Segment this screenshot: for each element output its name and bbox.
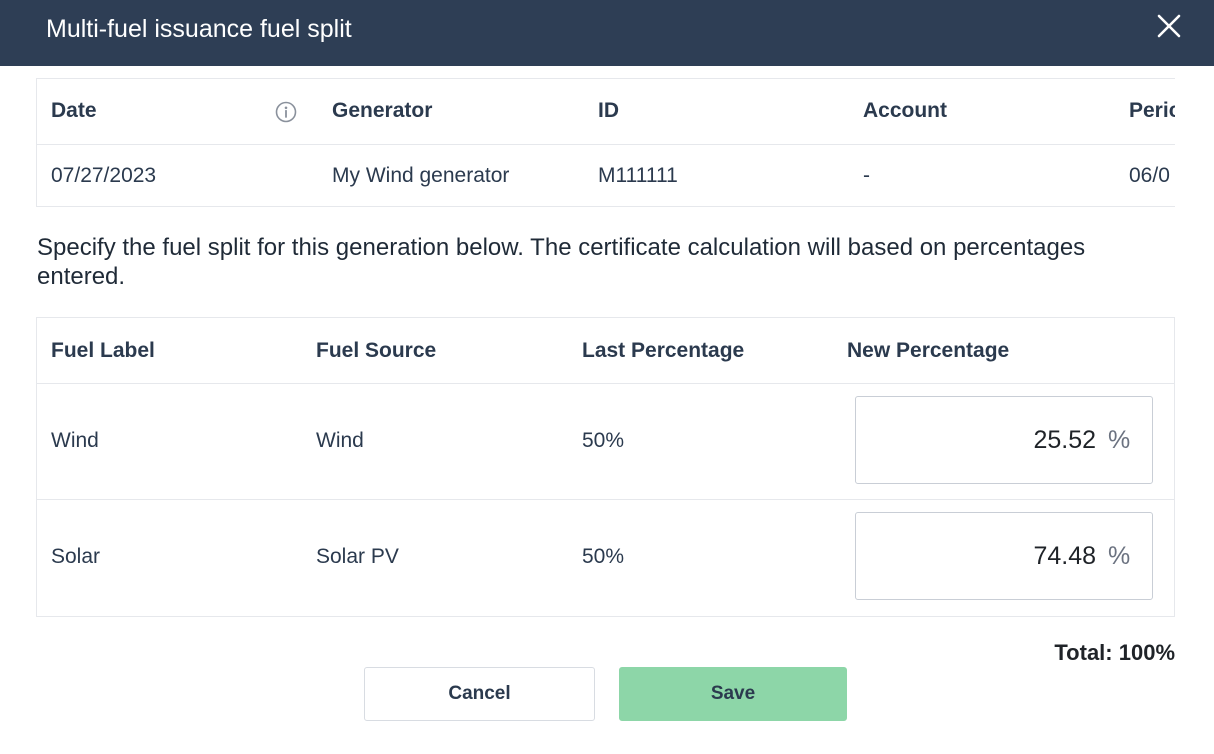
close-icon — [1157, 14, 1181, 38]
generation-table: Date Generator ID Account Peric 07/27/20… — [36, 78, 1175, 207]
cell-account: - — [863, 164, 870, 187]
cancel-button[interactable]: Cancel — [364, 667, 595, 721]
new-percentage-input-wind[interactable] — [866, 425, 1096, 455]
percent-unit: % — [1108, 542, 1131, 570]
column-header-generator: Generator — [332, 99, 433, 122]
cell-generator: My Wind generator — [332, 164, 510, 187]
cell-period: 06/0 — [1129, 164, 1170, 187]
dialog-title: Multi-fuel issuance fuel split — [46, 15, 352, 43]
fuel-split-table: Fuel Label Fuel Source Last Percentage N… — [36, 317, 1175, 617]
column-header-new-percentage: New Percentage — [847, 339, 1010, 362]
column-header-fuel-source: Fuel Source — [316, 339, 437, 362]
cell-id: M111111 — [598, 164, 678, 187]
cell-fuel-source: Solar PV — [316, 545, 399, 568]
cell-fuel-label: Wind — [51, 429, 99, 452]
dialog-header: Multi-fuel issuance fuel split — [0, 0, 1214, 66]
generation-header-row: Date Generator ID Account Peric — [37, 79, 1175, 145]
total-percentage: Total: 100% — [1054, 640, 1175, 665]
new-percentage-field: % — [855, 396, 1153, 484]
table-row: Wind Wind 50% % — [37, 383, 1174, 500]
column-header-id: ID — [598, 99, 619, 122]
cell-last-percentage: 50% — [582, 545, 625, 568]
percent-unit: % — [1108, 426, 1131, 454]
cell-last-percentage: 50% — [582, 429, 625, 452]
close-button[interactable] — [1152, 9, 1186, 43]
column-header-fuel-label: Fuel Label — [51, 339, 155, 362]
new-percentage-field: % — [855, 512, 1153, 600]
table-row: 07/27/2023 My Wind generator M111111 - 0… — [37, 144, 1175, 206]
info-icon[interactable] — [275, 101, 297, 123]
save-button[interactable]: Save — [619, 667, 847, 721]
new-percentage-input-solar[interactable] — [866, 541, 1096, 571]
cell-date: 07/27/2023 — [51, 164, 157, 187]
table-row: Solar Solar PV 50% % — [37, 499, 1174, 616]
cell-fuel-label: Solar — [51, 545, 101, 568]
column-header-account: Account — [863, 99, 947, 122]
column-header-date: Date — [51, 99, 97, 122]
cell-fuel-source: Wind — [316, 429, 364, 452]
instructions-text: Specify the fuel split for this generati… — [37, 234, 1086, 290]
column-header-last-percentage: Last Percentage — [582, 339, 745, 362]
column-header-period: Peric — [1129, 99, 1175, 122]
fuel-header-row: Fuel Label Fuel Source Last Percentage N… — [37, 318, 1174, 384]
